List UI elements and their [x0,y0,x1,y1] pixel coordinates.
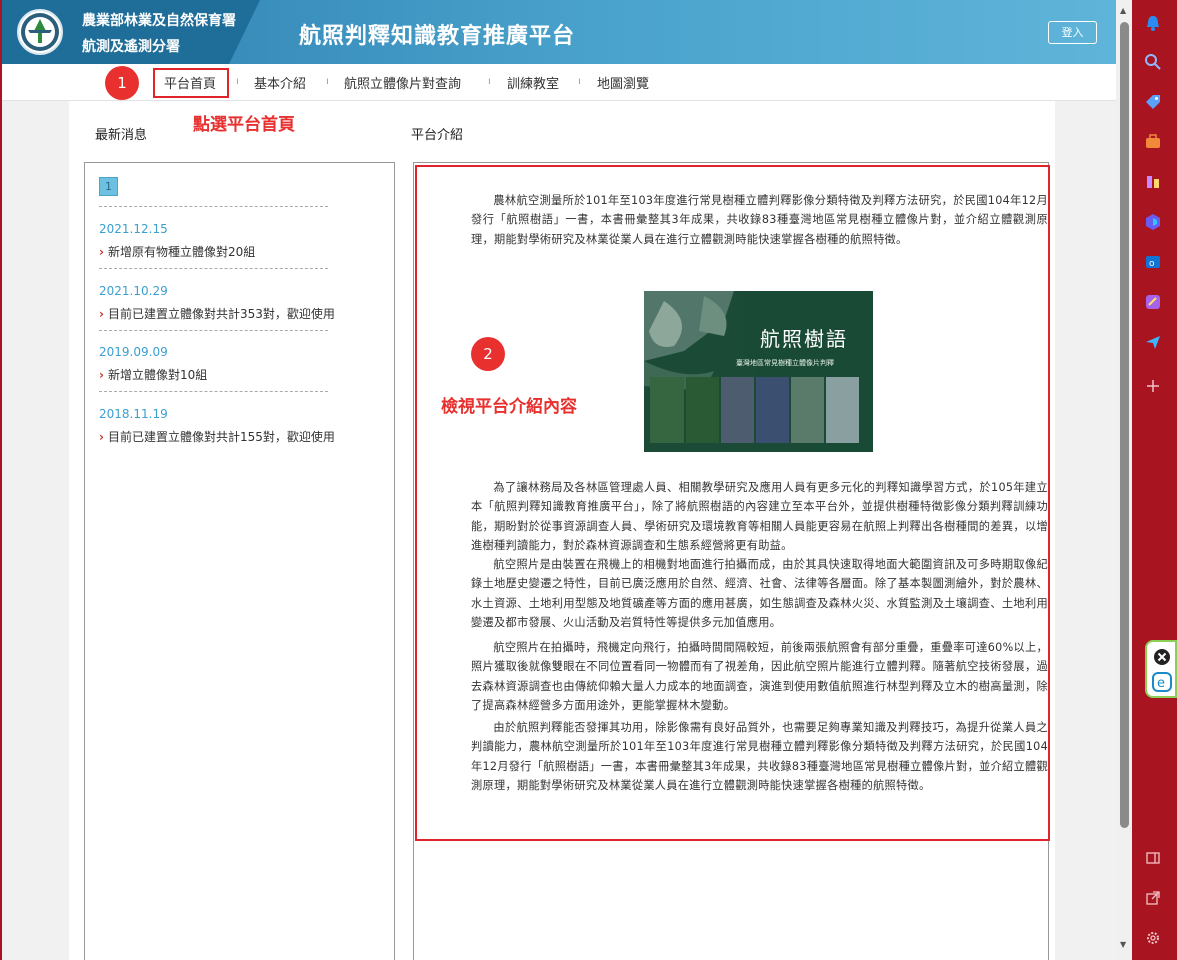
news-panel [84,162,395,960]
copilot-icon[interactable] [1140,209,1166,235]
news-item-text: 新增立體像對10組 [107,368,208,382]
scroll-down-icon[interactable]: ▼ [1120,940,1126,949]
org-name-line2: 航測及遙測分署 [82,39,180,55]
plus-icon[interactable] [1140,373,1166,399]
svg-text:e: e [1157,676,1165,691]
chevron-right-icon: › [99,430,104,444]
left-gutter [2,101,69,960]
news-item-text: 目前已建置立體像對共計353對，歡迎使用 [107,307,335,321]
tag-icon[interactable] [1140,89,1166,115]
news-heading: 最新消息 [95,128,148,143]
news-item-text: 新增原有物種立體像對20組 [107,245,256,259]
news-item[interactable]: › 目前已建置立體像對共計353對，歡迎使用 [99,305,335,322]
close-icon[interactable] [1149,644,1175,670]
chevron-right-icon: › [99,245,104,259]
news-item[interactable]: › 目前已建置立體像對共計155對，歡迎使用 [99,428,335,445]
login-button[interactable]: 登入 [1048,21,1097,44]
org-name-line1: 農業部林業及自然保育署 [82,13,236,29]
news-date: 2018.11.19 [99,407,168,421]
news-date: 2019.09.09 [99,345,168,359]
nav-separator: ı [578,76,581,87]
highlight-intro-box [415,165,1050,841]
step1-note: 點選平台首頁 [193,115,295,135]
news-date: 2021.12.15 [99,222,168,236]
news-item-text: 目前已建置立體像對共計155對，歡迎使用 [107,430,335,444]
news-date: 2021.10.29 [99,284,168,298]
nav-separator: ı [326,76,329,87]
news-item[interactable]: › 新增立體像對10組 [99,366,207,383]
scrollbar-thumb[interactable] [1120,22,1129,828]
highlight-home-box [153,68,229,98]
sidebar-toggle-icon[interactable] [1140,845,1166,871]
search-icon[interactable] [1140,49,1166,75]
nav-stereo-search[interactable]: 航照立體像片對查詢 [344,73,461,92]
news-item[interactable]: › 新增原有物種立體像對20組 [99,243,255,260]
open-external-icon[interactable] [1140,885,1166,911]
games-icon[interactable] [1140,169,1166,195]
news-page-number[interactable]: 1 [99,177,118,196]
nav-about[interactable]: 基本介紹 [254,73,306,92]
chevron-right-icon: › [99,368,104,382]
right-gutter [1055,101,1116,960]
outlook-icon[interactable]: o [1140,249,1166,275]
nav-map[interactable]: 地圖瀏覽 [597,73,649,92]
divider [99,268,328,269]
briefcase-icon[interactable] [1140,129,1166,155]
settings-icon[interactable] [1140,925,1166,951]
intro-heading: 平台介紹 [411,128,464,143]
nav-separator: ı [488,76,491,87]
web-page: 農業部林業及自然保育署 航測及遙測分署 航照判釋知識教育推廣平台 登入 平台首頁… [2,0,1116,960]
svg-text:o: o [1149,259,1155,269]
nav-training[interactable]: 訓練教室 [507,73,559,92]
divider [99,391,328,392]
divider [99,330,328,331]
step-badge-1: 1 [105,66,139,100]
bell-icon[interactable] [1140,10,1166,36]
send-icon[interactable] [1140,329,1166,355]
edge-extension-icon[interactable]: e [1149,669,1175,695]
agency-logo[interactable] [17,9,63,55]
scroll-up-icon[interactable]: ▲ [1120,6,1126,15]
site-header: 農業部林業及自然保育署 航測及遙測分署 航照判釋知識教育推廣平台 登入 [2,0,1116,64]
designer-icon[interactable] [1140,289,1166,315]
divider [99,206,328,207]
site-title[interactable]: 航照判釋知識教育推廣平台 [299,18,575,50]
nav-separator: ı [236,76,239,87]
chevron-right-icon: › [99,307,104,321]
